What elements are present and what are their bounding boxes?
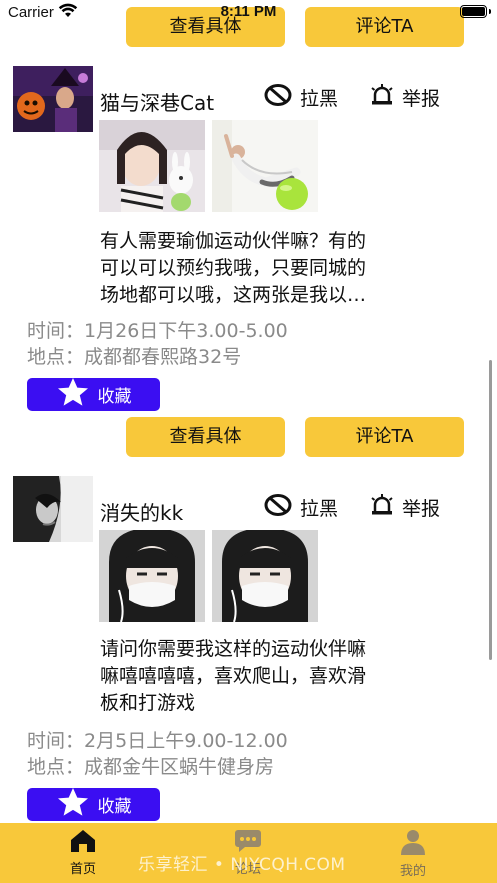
block-button[interactable]: 拉黑 xyxy=(264,494,338,521)
place-label: 地点： xyxy=(27,346,85,368)
post-photo[interactable] xyxy=(212,120,318,212)
post-text-line: 可以可以预约我哦，只要同城的 xyxy=(100,257,367,279)
avatar[interactable] xyxy=(13,476,93,542)
favorite-button[interactable]: 收藏 xyxy=(27,788,160,821)
comment-button[interactable]: 评论TA xyxy=(305,417,464,457)
post-text-line: 嘛嘻嘻嘻嘻，喜欢爬山，喜欢滑 xyxy=(100,665,367,687)
scrollbar[interactable] xyxy=(489,360,492,660)
post-photo[interactable] xyxy=(99,120,205,212)
tab-profile[interactable]: 我的 xyxy=(373,829,453,879)
tab-label: 首页 xyxy=(69,862,96,877)
time-value: 1月26日下午3.00-5.00 xyxy=(84,320,288,342)
place-value: 成都都春熙路32号 xyxy=(84,346,242,368)
username: 消失的kk xyxy=(100,501,184,525)
block-button[interactable]: 拉黑 xyxy=(264,84,338,111)
post-text-line: 板和打游戏 xyxy=(100,692,196,714)
place-info: 地点：成都都春熙路32号 xyxy=(27,344,241,370)
post-text-line: 请问你需要我这样的运动伙伴嘛 xyxy=(100,638,367,660)
time-info: 时间：1月26日下午3.00-5.00 xyxy=(27,318,288,344)
report-button[interactable]: 举报 xyxy=(370,84,440,111)
star-icon xyxy=(56,377,90,412)
tab-label: 我的 xyxy=(399,864,426,879)
alarm-icon xyxy=(370,84,394,111)
star-icon xyxy=(56,787,90,822)
post-photo[interactable] xyxy=(212,530,318,622)
block-icon xyxy=(264,84,292,111)
tab-home[interactable]: 首页 xyxy=(43,829,123,877)
home-icon xyxy=(70,830,96,857)
time-info: 时间：2月5日上午9.00-12.00 xyxy=(27,728,288,754)
block-label: 拉黑 xyxy=(300,88,339,110)
time-value: 2月5日上午9.00-12.00 xyxy=(84,730,288,752)
post-text-line: 有人需要瑜伽运动伙伴嘛？有的 xyxy=(100,230,367,252)
post-text: 请问你需要我这样的运动伙伴嘛 嘛嘻嘻嘻嘻，喜欢爬山，喜欢滑 板和打游戏 xyxy=(100,636,420,717)
block-icon xyxy=(264,494,292,521)
report-button[interactable]: 举报 xyxy=(370,494,440,521)
report-label: 举报 xyxy=(402,498,441,520)
place-value: 成都金牛区蜗牛健身房 xyxy=(84,756,275,778)
time-label: 时间： xyxy=(27,730,85,752)
person-icon xyxy=(400,830,426,859)
alarm-icon xyxy=(370,494,394,521)
favorite-label: 收藏 xyxy=(97,797,132,817)
avatar[interactable] xyxy=(13,66,93,132)
time-label: 时间： xyxy=(27,320,85,342)
favorite-label: 收藏 xyxy=(97,387,132,407)
favorite-button[interactable]: 收藏 xyxy=(27,378,160,411)
place-info: 地点：成都金牛区蜗牛健身房 xyxy=(27,754,274,780)
username: 猫与深巷Cat xyxy=(100,91,215,115)
view-detail-button[interactable]: 查看具体 xyxy=(126,417,285,457)
post-photo[interactable] xyxy=(99,530,205,622)
post-text-line: 场地都可以哦，这两张是我以… xyxy=(100,284,367,306)
clock-label: 8:11 PM xyxy=(220,3,277,20)
report-label: 举报 xyxy=(402,88,441,110)
post-text: 有人需要瑜伽运动伙伴嘛？有的 可以可以预约我哦，只要同城的 场地都可以哦，这两张… xyxy=(100,228,420,309)
battery-icon xyxy=(460,5,491,18)
status-bar: Carrier 8:11 PM xyxy=(0,0,497,26)
block-label: 拉黑 xyxy=(300,498,339,520)
place-label: 地点： xyxy=(27,756,85,778)
watermark: 乐享轻汇 • NIYCQH.COM xyxy=(138,855,346,875)
